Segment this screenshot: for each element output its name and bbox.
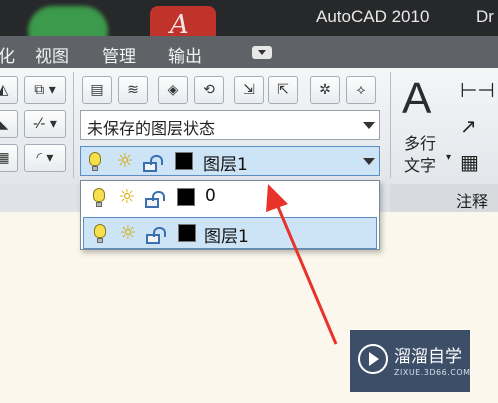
layer-list-item-0[interactable]: ☼ 0	[83, 182, 377, 214]
watermark-subtitle: ZIXUE.3D66.COM	[394, 368, 471, 377]
ribbon: ◭ ◣ ▦ ⧉ ▾ -⁄- ▾ ◜ ▾ ▤ ≋ ◈ ⟲ ⇲ ⇱ ✲ ⟡ 未保存的…	[0, 68, 498, 185]
watermark-logo: 溜溜自学 ZIXUE.3D66.COM	[350, 330, 470, 392]
menu-more-dropdown-icon[interactable]	[252, 46, 272, 59]
layer-thaw-sun-icon: ☼	[116, 150, 134, 172]
multiline-text-dropdown-icon[interactable]: ▾	[446, 152, 451, 163]
watermark-title: 溜溜自学	[394, 347, 462, 367]
layer-unlock-icon	[143, 155, 163, 172]
layer-on-bulb-icon	[89, 152, 101, 171]
layer-properties-icon[interactable]: ▤	[82, 76, 112, 104]
chevron-down-icon	[363, 158, 375, 165]
layer-state-icon[interactable]: ≋	[118, 76, 148, 104]
layer-thaw-sun-icon: ☼	[119, 222, 137, 244]
layer-match-icon[interactable]: ⇲	[234, 76, 264, 104]
linear-dimension-icon[interactable]: ⊢⊣	[460, 78, 495, 102]
layer-change-icon[interactable]: ⇱	[268, 76, 298, 104]
menu-item-cut[interactable]: 化	[0, 42, 15, 67]
layer-thaw-sun-icon: ☼	[118, 186, 136, 208]
multiline-text-label-2[interactable]: 文字	[404, 152, 436, 176]
menu-bar: 化 视图 管理 输出	[0, 36, 498, 68]
mirror-tool-icon[interactable]: ◣	[0, 110, 18, 138]
window-title-overflow: Dr	[476, 7, 494, 26]
autocad-app-icon[interactable]: A	[150, 6, 216, 36]
layer-isolate-icon[interactable]: ◈	[158, 76, 188, 104]
chevron-down-icon	[363, 122, 375, 129]
autocad-logo-icon: A	[170, 10, 189, 36]
layer-state-combo[interactable]: 未保存的图层状态	[80, 110, 380, 140]
menu-item-manage[interactable]: 管理	[102, 42, 136, 67]
layer-dropdown-list: ☼ 0 ☼ 图层1	[80, 180, 380, 250]
layer-color-swatch	[178, 224, 196, 242]
layer-on-bulb-icon	[94, 224, 106, 243]
fillet-tool-icon[interactable]: ◜ ▾	[24, 144, 66, 172]
layer-walk-icon[interactable]: ✲	[310, 76, 340, 104]
layer-combo[interactable]: ☼ 图层1	[80, 146, 380, 176]
layer-unisolate-icon[interactable]: ⟲	[194, 76, 224, 104]
menu-item-output[interactable]: 输出	[168, 42, 202, 67]
layer-name: 图层1	[204, 227, 249, 247]
layer-color-swatch	[175, 152, 193, 170]
window-title: AutoCAD 2010	[316, 7, 430, 26]
taskbar-app-icon[interactable]	[28, 6, 108, 36]
layer-off-icon[interactable]: ⟡	[346, 76, 376, 104]
menu-item-view[interactable]: 视图	[35, 42, 69, 67]
layer-state-value: 未保存的图层状态	[87, 119, 216, 138]
multiline-text-label[interactable]: 多行	[404, 130, 436, 154]
break-tool-icon[interactable]: -⁄- ▾	[24, 110, 66, 138]
layer-unlock-icon	[146, 227, 166, 244]
layer-name: 0	[205, 186, 216, 206]
copy-tool-icon[interactable]: ⧉ ▾	[24, 76, 66, 104]
annotation-panel-title-strip: 注释	[390, 184, 498, 212]
layer-color-swatch	[177, 188, 195, 206]
array-tool-icon[interactable]: ▦	[0, 144, 18, 172]
layer-on-bulb-icon	[93, 188, 105, 207]
multileader-icon[interactable]: ↗	[460, 114, 477, 138]
multiline-text-icon[interactable]: A	[402, 74, 431, 124]
title-bar: A AutoCAD 2010 Dr	[0, 0, 498, 36]
layer-unlock-icon	[145, 191, 165, 208]
play-icon	[358, 344, 388, 374]
annotation-panel-label: 注释	[456, 192, 489, 211]
layer-combo-value: 图层1	[203, 155, 248, 175]
layer-list-item-selected[interactable]: ☼ 图层1	[83, 217, 377, 249]
draw-tool-icon[interactable]: ◭	[0, 76, 18, 104]
table-icon[interactable]: ▦	[460, 150, 479, 174]
